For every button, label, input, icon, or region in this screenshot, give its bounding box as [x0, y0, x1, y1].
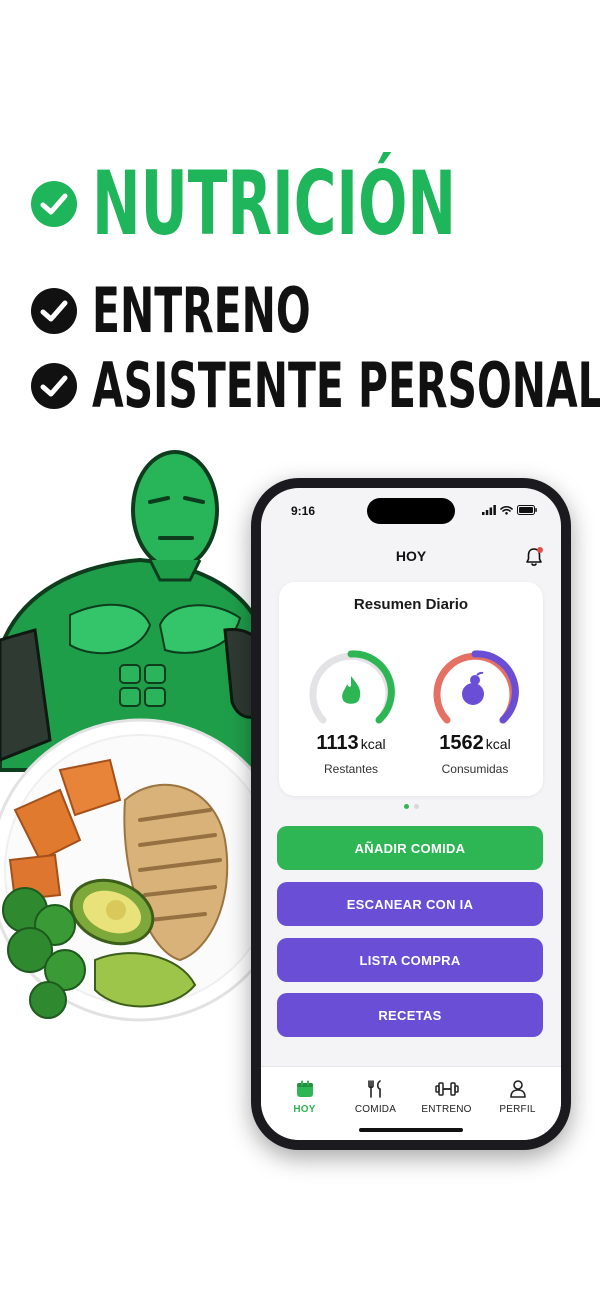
fork-knife-icon	[367, 1080, 381, 1098]
feature-label: ASISTENTE PERSONAL	[92, 349, 600, 422]
summary-title: Resumen Diario	[353, 596, 469, 613]
consumed-calories-gauge	[433, 650, 519, 724]
battery-icon	[517, 505, 537, 515]
page-title: HOY	[395, 548, 427, 564]
consumed-calories-label: Consumidas	[441, 762, 509, 776]
calendar-icon	[296, 1080, 313, 1097]
notification-bell-icon[interactable]	[523, 546, 545, 568]
status-icons	[482, 505, 537, 515]
status-time: 9:16	[291, 504, 316, 518]
nav-item-perfil[interactable]: PERFIL	[484, 1067, 552, 1140]
remaining-calories-value: 1113 kcal	[291, 732, 411, 755]
app-screen: 9:16 HOY Resumen Diario 1113 kcal 1562 k…	[261, 488, 561, 1140]
nav-label: HOY	[293, 1104, 316, 1115]
feature-row-nutricion: NUTRICIÓN	[30, 160, 600, 248]
remaining-calories-number: 1113	[316, 732, 359, 754]
remaining-calories-unit: kcal	[360, 736, 386, 752]
check-circle-icon	[31, 181, 77, 227]
home-indicator	[359, 1128, 463, 1132]
card-pager[interactable]	[261, 804, 561, 809]
dumbbell-icon	[434, 1082, 459, 1096]
phone-frame: 9:16 HOY Resumen Diario 1113 kcal 1562 k…	[251, 478, 571, 1150]
food-bowl-icon	[462, 671, 484, 705]
nav-label: ENTRENO	[421, 1104, 472, 1115]
nav-label: COMIDA	[354, 1104, 397, 1115]
consumed-calories-unit: kcal	[485, 736, 511, 752]
feature-label: ENTRENO	[92, 274, 311, 347]
consumed-calories-number: 1562	[439, 732, 484, 754]
app-header: HOY	[261, 538, 561, 574]
shopping-list-button[interactable]: LISTA COMPRA	[277, 938, 543, 982]
feature-row-asistente: ASISTENTE PERSONAL	[30, 355, 600, 417]
user-icon	[509, 1080, 526, 1098]
consumed-calories-value: 1562 kcal	[415, 732, 535, 755]
flame-icon	[342, 676, 361, 704]
check-circle-icon	[31, 363, 77, 409]
scan-with-ai-button[interactable]: ESCANEAR CON IA	[277, 882, 543, 926]
feature-label: NUTRICIÓN	[92, 152, 456, 255]
nav-item-hoy[interactable]: HOY	[271, 1067, 339, 1140]
signal-icon	[482, 505, 496, 515]
pager-dot-active[interactable]	[403, 804, 409, 809]
pager-dot[interactable]	[413, 804, 419, 809]
check-circle-icon	[31, 288, 77, 334]
dynamic-island	[367, 498, 455, 524]
add-meal-button[interactable]: AÑADIR COMIDA	[277, 826, 543, 870]
recipes-button[interactable]: RECETAS	[277, 993, 543, 1037]
remaining-calories-gauge	[309, 650, 395, 724]
wifi-icon	[500, 505, 513, 515]
remaining-calories-label: Restantes	[323, 762, 379, 776]
feature-row-entreno: ENTRENO	[30, 280, 423, 342]
nav-label: PERFIL	[499, 1104, 536, 1115]
daily-summary-card[interactable]: Resumen Diario 1113 kcal 1562 kcal Resta…	[279, 582, 543, 796]
